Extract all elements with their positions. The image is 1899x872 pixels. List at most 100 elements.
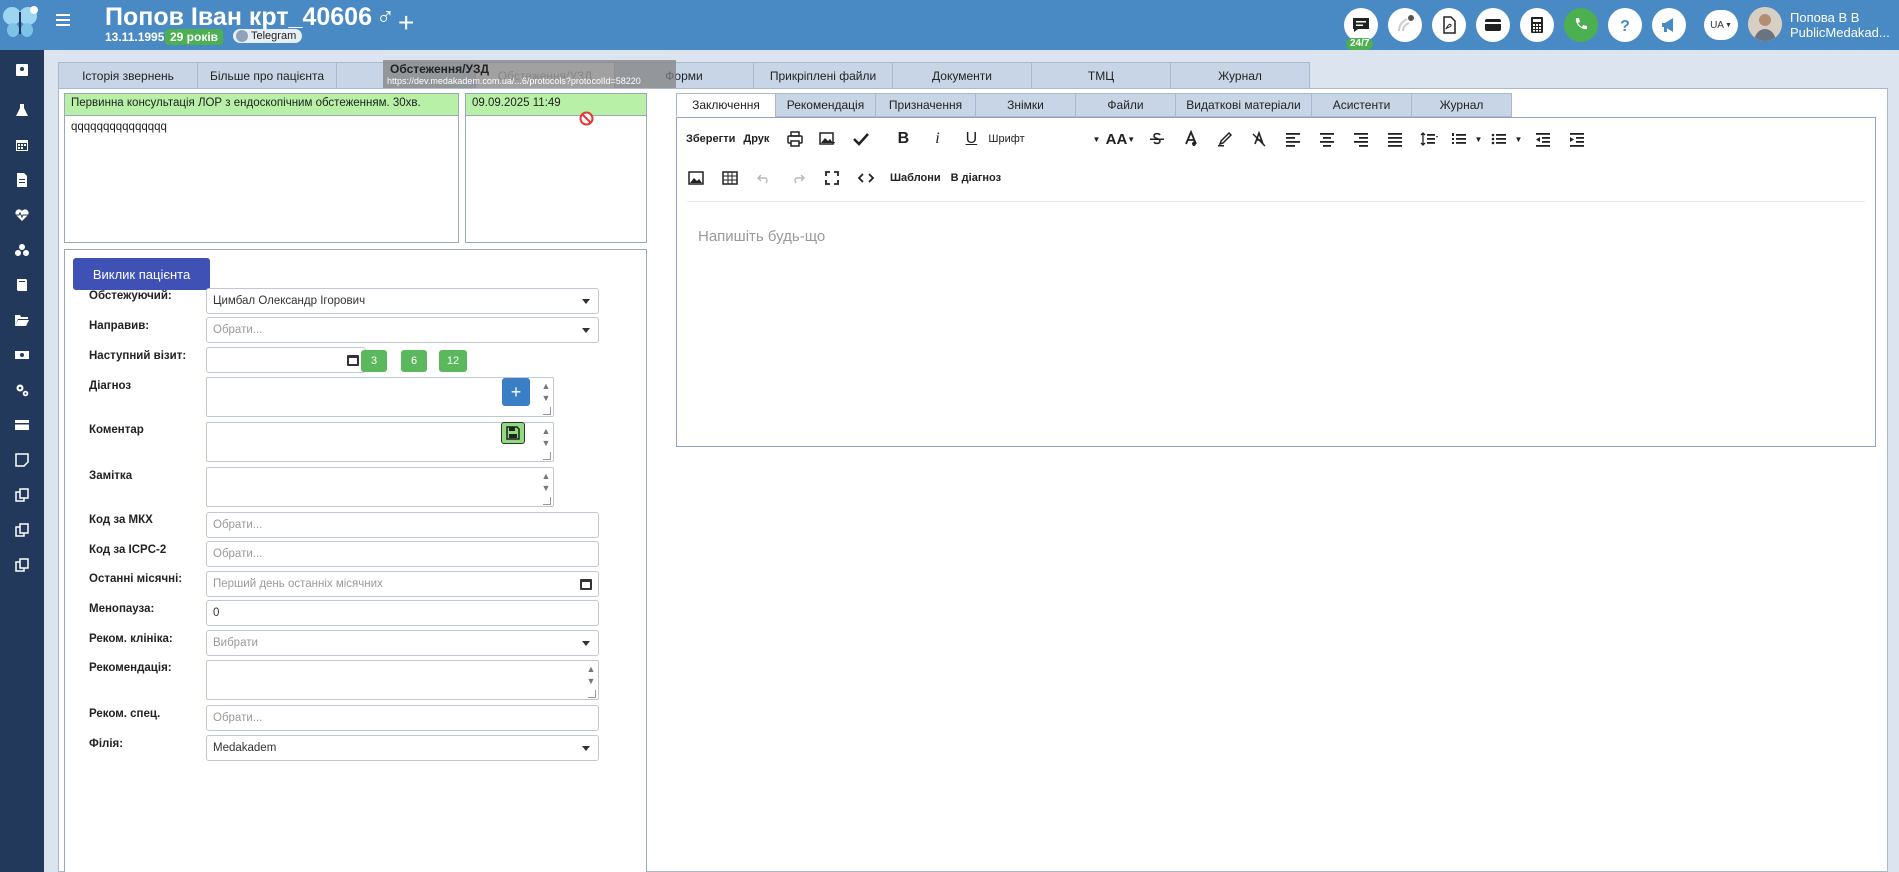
line-height-icon[interactable] (1412, 126, 1446, 152)
templates-button[interactable]: Шаблони (887, 165, 944, 191)
sidebar-item-patients[interactable] (0, 55, 44, 85)
tab-history[interactable]: Історія звернень (58, 62, 198, 88)
save-button[interactable]: Зберегти (683, 126, 738, 152)
tab-exams[interactable]: Обстеження/УЗД (475, 62, 615, 88)
protocol-box[interactable]: Первинна консультація ЛОР з ендоскопічни… (64, 93, 459, 243)
pdf-icon[interactable] (1432, 8, 1466, 42)
phone-icon[interactable] (1564, 8, 1598, 42)
bullet-list-icon[interactable]: ▼ (1486, 126, 1526, 152)
sidebar-item-finance[interactable] (0, 340, 44, 370)
bold-icon[interactable]: B (886, 126, 920, 152)
sidebar-item-copy-1[interactable] (0, 480, 44, 510)
announcement-icon[interactable] (1652, 8, 1686, 42)
next-visit-6-button[interactable]: 6 (401, 350, 427, 372)
sidebar-item-notes[interactable] (0, 445, 44, 475)
language-select[interactable]: UA ▼ (1704, 10, 1738, 40)
sidebar-item-calendar[interactable] (0, 130, 44, 160)
add-button[interactable]: + (398, 8, 414, 38)
call-patient-button[interactable]: Виклик пацієнта (73, 258, 210, 290)
sidebar-item-warehouse[interactable] (0, 235, 44, 265)
help-icon[interactable]: ? (1608, 8, 1642, 42)
protocol-date-box[interactable]: 09.09.2025 11:49 (465, 93, 647, 243)
notification-icon[interactable] (1388, 8, 1422, 42)
note-textarea[interactable]: ▲ ▼ (206, 467, 554, 507)
recommendation-textarea[interactable]: ▲ ▼ (206, 660, 599, 700)
align-left-icon[interactable] (1276, 126, 1310, 152)
tab-editor-journal[interactable]: Журнал (1411, 93, 1512, 117)
strikethrough-icon[interactable] (1140, 126, 1174, 152)
tab-files[interactable]: Файли (1075, 93, 1176, 117)
add-diagnosis-button[interactable]: + (502, 378, 530, 406)
highlight-icon[interactable] (1208, 126, 1242, 152)
undo-icon[interactable] (747, 165, 781, 191)
tab-assistants[interactable]: Асистенти (1311, 93, 1412, 117)
table-icon[interactable] (713, 165, 747, 191)
print-icon[interactable] (780, 126, 810, 152)
tab-tmc[interactable]: ТМЦ (1031, 62, 1171, 88)
next-visit-12-button[interactable]: 12 (439, 350, 467, 372)
tab-images[interactable]: Знімки (975, 93, 1076, 117)
sidebar-item-copy-2[interactable] (0, 515, 44, 545)
sidebar-item-folders[interactable] (0, 305, 44, 335)
user-menu[interactable]: Попова В В PublicMedakad... (1790, 10, 1890, 40)
referrer-select[interactable]: Обрати... (206, 317, 599, 343)
sidebar-item-documents[interactable] (0, 165, 44, 195)
sidebar-item-settings[interactable] (0, 375, 44, 405)
recommended-specialist-input[interactable]: Обрати... (206, 705, 599, 731)
last-menses-input[interactable]: Перший день останніх місячних (206, 571, 599, 597)
print-text-button[interactable]: Друк (740, 126, 772, 152)
align-right-icon[interactable] (1344, 126, 1378, 152)
menu-icon[interactable] (56, 14, 70, 28)
sidebar-item-cards[interactable] (0, 410, 44, 440)
ordered-list-icon[interactable]: ▼ (1446, 126, 1486, 152)
tab-recommendation[interactable]: Рекомендація (775, 93, 876, 117)
avatar[interactable] (1748, 7, 1782, 41)
chat-icon[interactable] (1344, 8, 1378, 42)
outdent-icon[interactable] (1526, 126, 1560, 152)
editor-placeholder[interactable]: Напишіть будь-що (698, 228, 825, 245)
code-view-icon[interactable] (849, 165, 883, 191)
tab-hidden[interactable] (336, 62, 476, 88)
tab-forms[interactable]: Форми (614, 62, 754, 88)
to-diagnosis-button[interactable]: В діагноз (948, 165, 1004, 191)
insert-image-icon[interactable] (810, 126, 844, 152)
check-icon[interactable] (844, 126, 878, 152)
tab-prescription[interactable]: Призначення (875, 93, 976, 117)
calculator-icon[interactable] (1520, 8, 1554, 42)
italic-icon[interactable]: i (920, 126, 954, 152)
app-logo[interactable] (0, 2, 40, 42)
sidebar-item-health[interactable] (0, 200, 44, 230)
tab-documents[interactable]: Документи (892, 62, 1032, 88)
mkh-input[interactable]: Обрати... (206, 512, 599, 538)
menopause-input[interactable]: 0 (206, 600, 599, 626)
redo-icon[interactable] (781, 165, 815, 191)
font-size-select[interactable]: AA ▼ (1100, 126, 1140, 152)
underline-icon[interactable]: U (954, 126, 988, 152)
next-visit-3-button[interactable]: 3 (361, 350, 387, 372)
icpc-input[interactable]: Обрати... (206, 541, 599, 567)
telegram-badge[interactable]: Telegram (233, 29, 303, 43)
indent-icon[interactable] (1560, 126, 1594, 152)
fullscreen-icon[interactable] (815, 165, 849, 191)
tab-materials[interactable]: Видаткові матеріали (1175, 93, 1312, 117)
save-comment-button[interactable] (501, 422, 525, 444)
font-family-select[interactable]: Шрифт ▼ (988, 126, 1100, 152)
clear-format-icon[interactable] (1242, 126, 1276, 152)
align-justify-icon[interactable] (1378, 126, 1412, 152)
tab-conclusion[interactable]: Заключення (676, 93, 776, 117)
text-color-icon[interactable] (1174, 126, 1208, 152)
image-gallery-icon[interactable] (679, 165, 713, 191)
tab-journal[interactable]: Журнал (1170, 62, 1310, 88)
sidebar-item-journal[interactable] (0, 270, 44, 300)
protocol-date[interactable]: 09.09.2025 11:49 (466, 94, 646, 116)
branch-select[interactable]: Medakadem (206, 735, 599, 761)
next-visit-date-input[interactable] (206, 347, 366, 373)
align-center-icon[interactable] (1310, 126, 1344, 152)
protocol-title[interactable]: Первинна консультація ЛОР з ендоскопічни… (65, 94, 458, 116)
recommended-clinic-select[interactable]: Вибрати (206, 630, 599, 656)
examiner-select[interactable]: Цимбал Олександр Ігорович (206, 288, 599, 314)
tab-attached-files[interactable]: Прикріплені файли (753, 62, 893, 88)
sidebar-item-copy-3[interactable] (0, 550, 44, 580)
tab-patient-info[interactable]: Більше про пацієнта (197, 62, 337, 88)
payment-card-icon[interactable] (1476, 8, 1510, 42)
